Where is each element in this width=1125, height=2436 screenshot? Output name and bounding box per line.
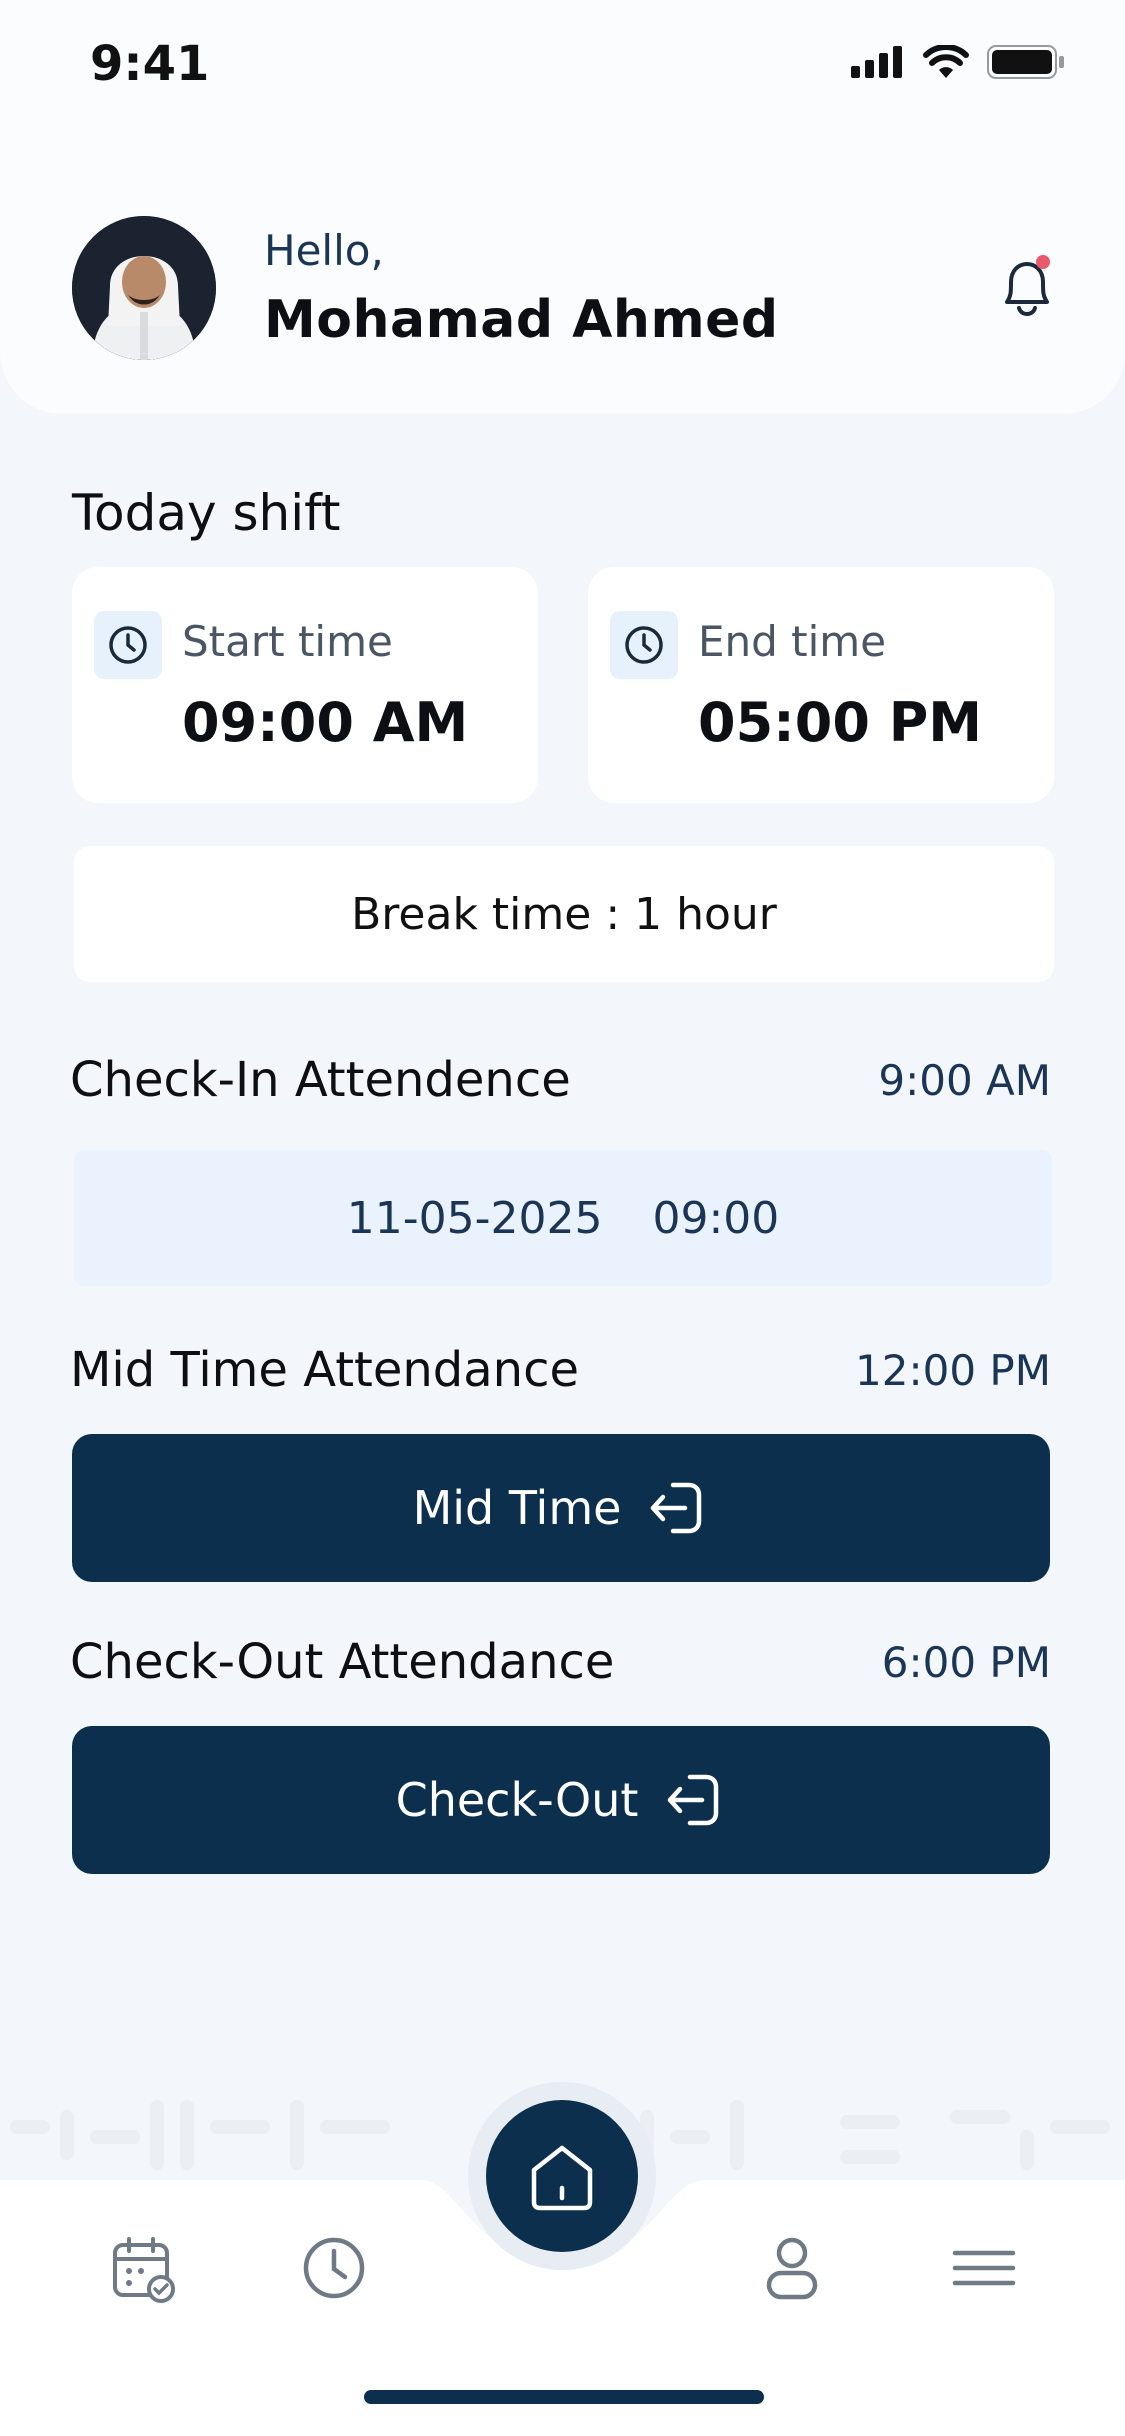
start-time-value: 09:00 AM xyxy=(182,691,469,754)
checkout-time: 6:00 PM xyxy=(881,1638,1051,1687)
home-button[interactable] xyxy=(486,2100,638,2252)
checkin-date: 11-05-2025 xyxy=(346,1192,603,1244)
check-out-button-label: Check-Out xyxy=(395,1773,639,1827)
end-time-value: 05:00 PM xyxy=(698,691,983,754)
start-time-card: Start time 09:00 AM xyxy=(72,567,538,803)
break-time: Break time : 1 hour xyxy=(74,846,1054,982)
status-time: 9:41 xyxy=(90,36,210,92)
menu-icon[interactable] xyxy=(948,2232,1020,2304)
status-icons xyxy=(851,44,1065,80)
end-time-label: End time xyxy=(698,617,887,666)
checkin-time: 9:00 AM xyxy=(878,1056,1051,1105)
checkin-record: 11-05-2025 09:00 xyxy=(74,1150,1052,1286)
signal-icon xyxy=(851,46,902,78)
logout-arrow-icon xyxy=(651,1482,702,1534)
mid-time-button[interactable]: Mid Time xyxy=(72,1434,1050,1582)
home-icon xyxy=(531,2145,593,2211)
checkin-clock: 09:00 xyxy=(652,1192,780,1244)
mid-time-button-label: Mid Time xyxy=(412,1481,622,1535)
calendar-icon[interactable] xyxy=(106,2232,178,2304)
logout-arrow-icon xyxy=(668,1774,719,1826)
end-time-card: End time 05:00 PM xyxy=(588,567,1054,803)
checkin-title: Check-In Attendence xyxy=(70,1052,571,1108)
profile-icon[interactable] xyxy=(756,2232,828,2304)
midtime-title: Mid Time Attendance xyxy=(70,1342,580,1398)
clock-icon xyxy=(94,611,162,679)
clock-icon[interactable] xyxy=(298,2232,370,2304)
start-time-label: Start time xyxy=(182,617,393,666)
avatar[interactable] xyxy=(72,216,216,360)
midtime-time: 12:00 PM xyxy=(855,1346,1051,1395)
wifi-icon xyxy=(923,45,969,78)
battery-icon xyxy=(987,45,1064,79)
user-name: Mohamad Ahmed xyxy=(264,290,779,350)
clock-icon xyxy=(610,611,678,679)
notification-dot xyxy=(1036,255,1050,269)
notification-bell-icon[interactable] xyxy=(995,252,1059,326)
today-shift-title: Today shift xyxy=(72,484,341,542)
check-out-button[interactable]: Check-Out xyxy=(72,1726,1050,1874)
home-indicator xyxy=(364,2390,764,2404)
checkout-title: Check-Out Attendance xyxy=(70,1634,615,1690)
greeting: Hello, xyxy=(264,226,384,275)
